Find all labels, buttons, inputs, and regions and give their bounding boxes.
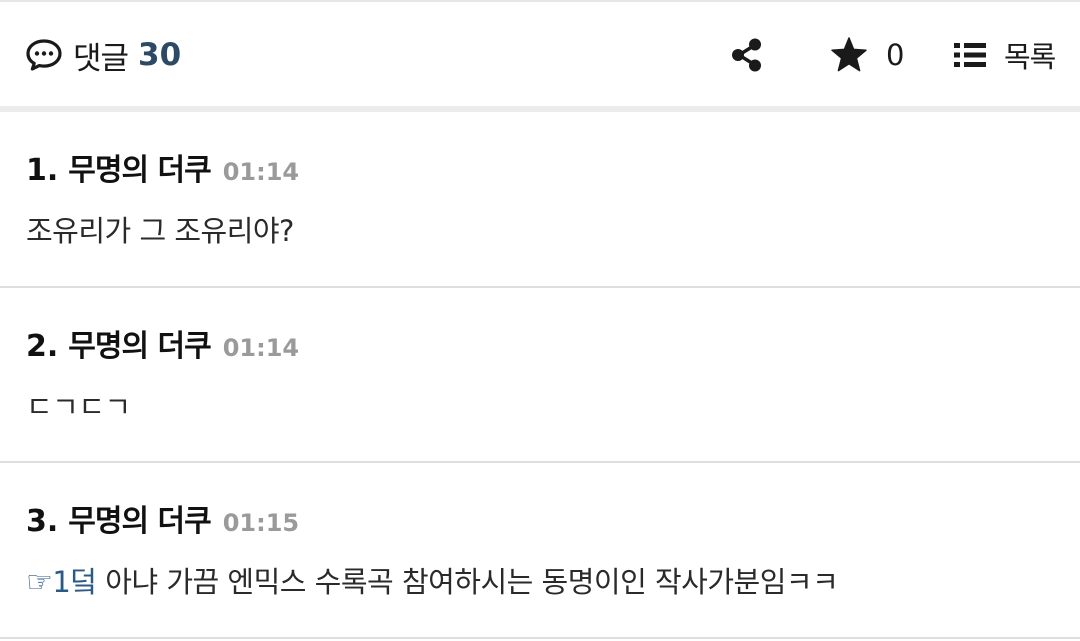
- comment-header: 2. 무명의 더쿠 01:14: [26, 321, 299, 365]
- comment-toolbar: 댓글 30 0 목록: [0, 0, 1080, 106]
- comment-author: 무명의 더쿠: [68, 329, 211, 364]
- comment-item: 2. 무명의 더쿠 01:14 ㄷㄱㄷㄱ: [0, 288, 1080, 463]
- comment-header: 3. 무명의 더쿠 01:15: [26, 496, 299, 540]
- comment-count: 30: [138, 37, 182, 73]
- comment-item: 3. 무명의 더쿠 01:15 ☞1덬 아냐 가끔 엔믹스 수록곡 참여하시는 …: [0, 463, 1080, 639]
- list-button[interactable]: 목록: [952, 35, 1056, 75]
- comment-label: 댓글: [73, 40, 129, 77]
- comment-body: ☞1덬 아냐 가끔 엔믹스 수록곡 참여하시는 동명이인 작사가분임ㅋㅋ: [26, 559, 839, 601]
- comment-body: ㄷㄱㄷㄱ: [26, 390, 131, 424]
- share-button[interactable]: [728, 36, 766, 74]
- comment-item: 1. 무명의 더쿠 01:14 조유리가 그 조유리야?: [0, 112, 1080, 288]
- comment-number: 1.: [26, 153, 59, 188]
- reply-reference-label: 1덬: [52, 565, 97, 599]
- comment-body-text: 아냐 가끔 엔믹스 수록곡 참여하시는 동명이인 작사가분임ㅋㅋ: [96, 565, 839, 599]
- star-button[interactable]: 0: [830, 35, 904, 75]
- comment-author: 무명의 더쿠: [68, 504, 211, 539]
- star-count: 0: [886, 38, 905, 72]
- list-label: 목록: [1004, 40, 1056, 74]
- pointing-hand-icon: ☞: [26, 565, 53, 600]
- comment-count-header: 댓글 30: [25, 30, 181, 80]
- list-icon: [954, 43, 986, 67]
- speech-bubble-icon: [26, 39, 62, 71]
- reply-reference-link[interactable]: ☞1덬: [26, 565, 97, 600]
- comment-body: 조유리가 그 조유리야?: [26, 214, 294, 248]
- comment-time: 01:14: [222, 158, 300, 186]
- comment-author: 무명의 더쿠: [68, 153, 211, 188]
- share-icon: [732, 38, 761, 72]
- comment-header: 1. 무명의 더쿠 01:14: [26, 145, 299, 189]
- comment-time: 01:15: [222, 509, 300, 537]
- comment-time: 01:14: [222, 334, 300, 362]
- star-icon: [831, 37, 867, 72]
- comment-number: 3.: [26, 504, 59, 539]
- comment-number: 2.: [26, 329, 59, 364]
